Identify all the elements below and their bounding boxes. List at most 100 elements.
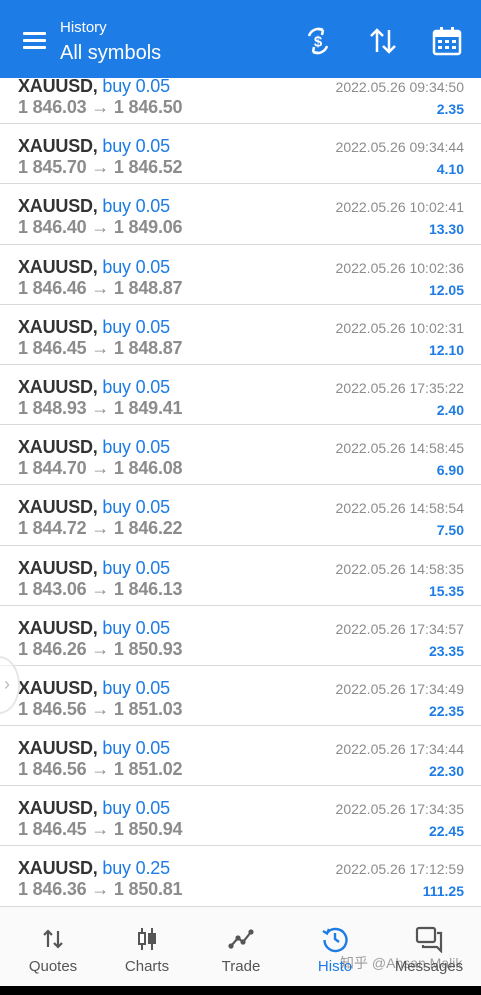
trade-profit: 22.30	[428, 763, 464, 780]
trade-symbol: XAUUSD, buy 0.05	[18, 618, 170, 639]
open-price: 1 846.03	[18, 97, 87, 117]
trade-profit: 22.35	[428, 702, 464, 719]
trade-icon	[228, 929, 254, 949]
trade-symbol: XAUUSD, buy 0.05	[18, 76, 170, 97]
trade-time: 2022.05.26 14:58:35	[335, 560, 464, 577]
trade-profit: 2.35	[436, 101, 464, 117]
trade-row[interactable]: XAUUSD, buy 0.05 1 846.26 → 1 850.93 2022.…	[0, 606, 481, 666]
trade-row[interactable]: XAUUSD, buy 0.25 1 846.36 → 1 850.81 2022.…	[0, 846, 481, 907]
trade-history-list[interactable]: XAUUSD, buy 0.05 1 846.03 → 1 846.50 2022.…	[0, 64, 481, 907]
trade-symbol: XAUUSD, buy 0.05	[18, 317, 170, 338]
symbol-name: XAUUSD,	[18, 677, 98, 698]
trade-row[interactable]: XAUUSD, buy 0.05 1 846.56 → 1 851.02 2022.…	[0, 726, 481, 787]
trade-profit: 7.50	[436, 522, 464, 539]
arrow-right-icon: →	[91, 879, 110, 900]
trade-row[interactable]: XAUUSD, buy 0.05 1 846.46 → 1 848.87 2022.…	[0, 245, 481, 305]
symbol-name: XAUUSD,	[18, 316, 98, 337]
arrow-right-icon: →	[91, 277, 110, 298]
arrow-right-icon: →	[91, 397, 110, 418]
open-price: 1 846.56	[18, 698, 87, 719]
exchange-button[interactable]: $	[301, 24, 335, 58]
symbol-name: XAUUSD,	[18, 376, 98, 397]
trade-side-volume: buy 0.05	[102, 196, 170, 217]
close-price: 1 848.87	[113, 277, 183, 298]
trade-prices: 1 845.70 → 1 846.52	[18, 157, 183, 178]
trade-side-volume: buy 0.05	[102, 617, 170, 638]
trade-row[interactable]: XAUUSD, buy 0.05 1 846.45 → 1 848.87 2022.…	[0, 305, 481, 365]
arrow-right-icon: →	[91, 759, 110, 780]
symbol-name: XAUUSD,	[18, 136, 98, 157]
trade-time: 2022.05.26 17:34:35	[335, 801, 464, 818]
symbol-name: XAUUSD,	[18, 497, 98, 518]
symbol-name: XAUUSD,	[18, 196, 98, 217]
close-price: 1 849.06	[113, 217, 183, 238]
menu-button[interactable]	[20, 28, 50, 54]
trade-row[interactable]: XAUUSD, buy 0.05 1 846.40 → 1 849.06 2022.…	[0, 184, 481, 245]
charts-icon	[138, 928, 156, 950]
dollar-exchange-icon: $	[307, 27, 329, 55]
trade-row[interactable]: XAUUSD, buy 0.05 1 844.72 → 1 846.22 2022.…	[0, 485, 481, 546]
trade-side-volume: buy 0.05	[102, 677, 170, 698]
trade-time: 2022.05.26 17:35:22	[335, 379, 464, 396]
trade-row[interactable]: XAUUSD, buy 0.05 1 844.70 → 1 846.08 2022.…	[0, 425, 481, 486]
chevron-right-icon: ›	[4, 674, 10, 694]
trade-prices: 1 844.72 → 1 846.22	[18, 518, 183, 539]
arrow-right-icon: →	[91, 518, 110, 539]
open-price: 1 846.45	[18, 819, 87, 840]
arrow-right-icon: →	[91, 97, 110, 117]
menu-icon	[23, 32, 46, 35]
calendar-button[interactable]	[430, 24, 464, 58]
trade-time: 2022.05.26 10:02:36	[335, 259, 464, 276]
header-subtitle: History	[60, 19, 107, 36]
trade-row[interactable]: XAUUSD, buy 0.05 1 845.70 → 1 846.52 2022.…	[0, 124, 481, 185]
trade-side-volume: buy 0.05	[102, 136, 170, 157]
menu-icon-bar	[23, 39, 46, 42]
trade-symbol: XAUUSD, buy 0.05	[18, 678, 170, 699]
trade-side-volume: buy 0.05	[102, 256, 170, 277]
trade-profit: 111.25	[422, 883, 464, 900]
arrow-right-icon: →	[91, 638, 110, 659]
trade-prices: 1 846.46 → 1 848.87	[18, 277, 183, 299]
close-price: 1 846.50	[113, 97, 183, 117]
trade-side-volume: buy 0.05	[102, 316, 170, 337]
nav-quotes[interactable]: Quotes	[5, 907, 101, 987]
trade-row[interactable]: XAUUSD, buy 0.05 1 846.56 → 1 851.03 2022.…	[0, 666, 481, 727]
trade-prices: 1 846.40 → 1 849.06	[18, 217, 183, 238]
close-price: 1 851.03	[113, 698, 183, 719]
trade-profit: 23.35	[428, 642, 464, 659]
symbol-name: XAUUSD,	[18, 76, 98, 96]
sort-button[interactable]	[366, 24, 400, 58]
trade-prices: 1 846.36 → 1 850.81	[18, 879, 183, 900]
open-price: 1 846.36	[18, 879, 87, 900]
watermark-text: 知乎 @Ahsan Malik	[340, 955, 463, 971]
quotes-icon	[43, 929, 63, 949]
arrow-right-icon: →	[91, 458, 110, 479]
trade-profit: 12.10	[428, 341, 464, 358]
trade-row[interactable]: XAUUSD, buy 0.05 1 846.03 → 1 846.50 2022.…	[0, 64, 481, 125]
open-price: 1 844.70	[18, 458, 87, 479]
trade-row[interactable]: XAUUSD, buy 0.05 1 843.06 → 1 846.13 2022.…	[0, 546, 481, 606]
trade-time: 2022.05.26 17:34:49	[335, 680, 464, 697]
trade-time: 2022.05.26 10:02:41	[335, 199, 464, 216]
trade-row[interactable]: XAUUSD, buy 0.05 1 848.93 → 1 849.41 2022.…	[0, 365, 481, 426]
trade-profit: 2.40	[436, 401, 464, 418]
trade-time: 2022.05.26 17:34:44	[335, 741, 464, 758]
trade-profit: 4.10	[436, 161, 464, 178]
nav-history[interactable]: Histo	[287, 907, 383, 987]
trade-row[interactable]: XAUUSD, buy 0.05 1 846.45 → 1 850.94 2022.…	[0, 786, 481, 847]
nav-trade[interactable]: Trade	[193, 907, 289, 987]
history-icon	[322, 927, 348, 953]
symbol-name: XAUUSD,	[18, 256, 98, 277]
arrow-right-icon: →	[91, 819, 110, 840]
trade-profit: 13.30	[428, 221, 464, 238]
nav-label: Quotes	[28, 958, 78, 975]
trade-time: 2022.05.26 10:02:31	[335, 319, 464, 336]
open-price: 1 846.46	[18, 277, 87, 298]
close-price: 1 846.13	[113, 578, 183, 599]
trade-side-volume: buy 0.05	[102, 76, 170, 96]
nav-label: Charts	[124, 958, 170, 975]
trade-symbol: XAUUSD, buy 0.05	[18, 738, 170, 759]
nav-messages[interactable]: Messages	[381, 907, 477, 987]
close-price: 1 846.52	[113, 157, 183, 178]
nav-charts[interactable]: Charts	[99, 907, 195, 987]
